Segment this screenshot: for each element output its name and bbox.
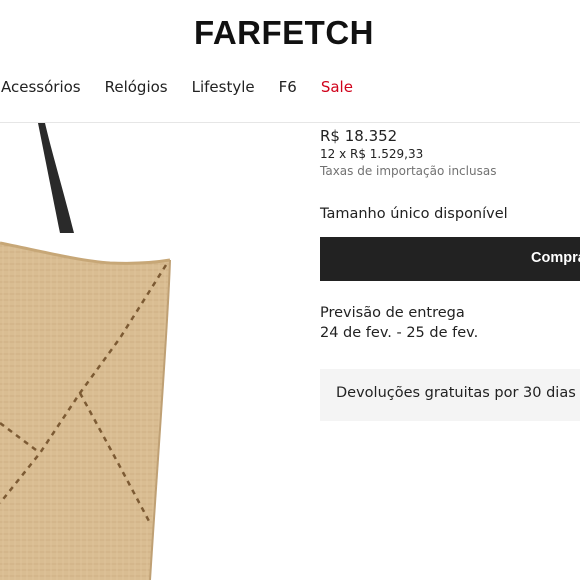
bag-body (0, 243, 170, 580)
main-nav: Acessórios Relógios Lifestyle F6 Sale (0, 78, 377, 100)
nav-item-relogios[interactable]: Relógios (105, 78, 168, 100)
bag-handle (38, 123, 74, 233)
size-note: Tamanho único disponível (320, 206, 508, 222)
nav-item-f6[interactable]: F6 (279, 78, 297, 100)
nav-item-lifestyle[interactable]: Lifestyle (192, 78, 255, 100)
product-price: R$ 18.352 (320, 127, 398, 145)
buy-button[interactable]: Comprar (320, 237, 580, 281)
raffia-bag-illustration (0, 123, 171, 580)
returns-banner[interactable]: Devoluções gratuitas por 30 dias | Condi… (320, 369, 580, 421)
delivery-title: Previsão de entrega (320, 305, 465, 321)
farfetch-logo[interactable]: FARFETCH (0, 14, 568, 52)
product-page: FARFETCH Acessórios Relógios Lifestyle F… (0, 0, 580, 580)
nav-item-sale[interactable]: Sale (321, 78, 353, 100)
product-image[interactable] (0, 123, 300, 580)
buy-button-label: Comprar (531, 250, 580, 266)
taxes-note: Taxas de importação inclusas (320, 164, 497, 178)
delivery-dates: 24 de fev. - 25 de fev. (320, 325, 479, 341)
returns-text: Devoluções gratuitas por 30 dias | Condi… (336, 385, 580, 401)
nav-item-acessorios[interactable]: Acessórios (1, 78, 81, 100)
installments-text: 12 x R$ 1.529,33 (320, 147, 424, 161)
